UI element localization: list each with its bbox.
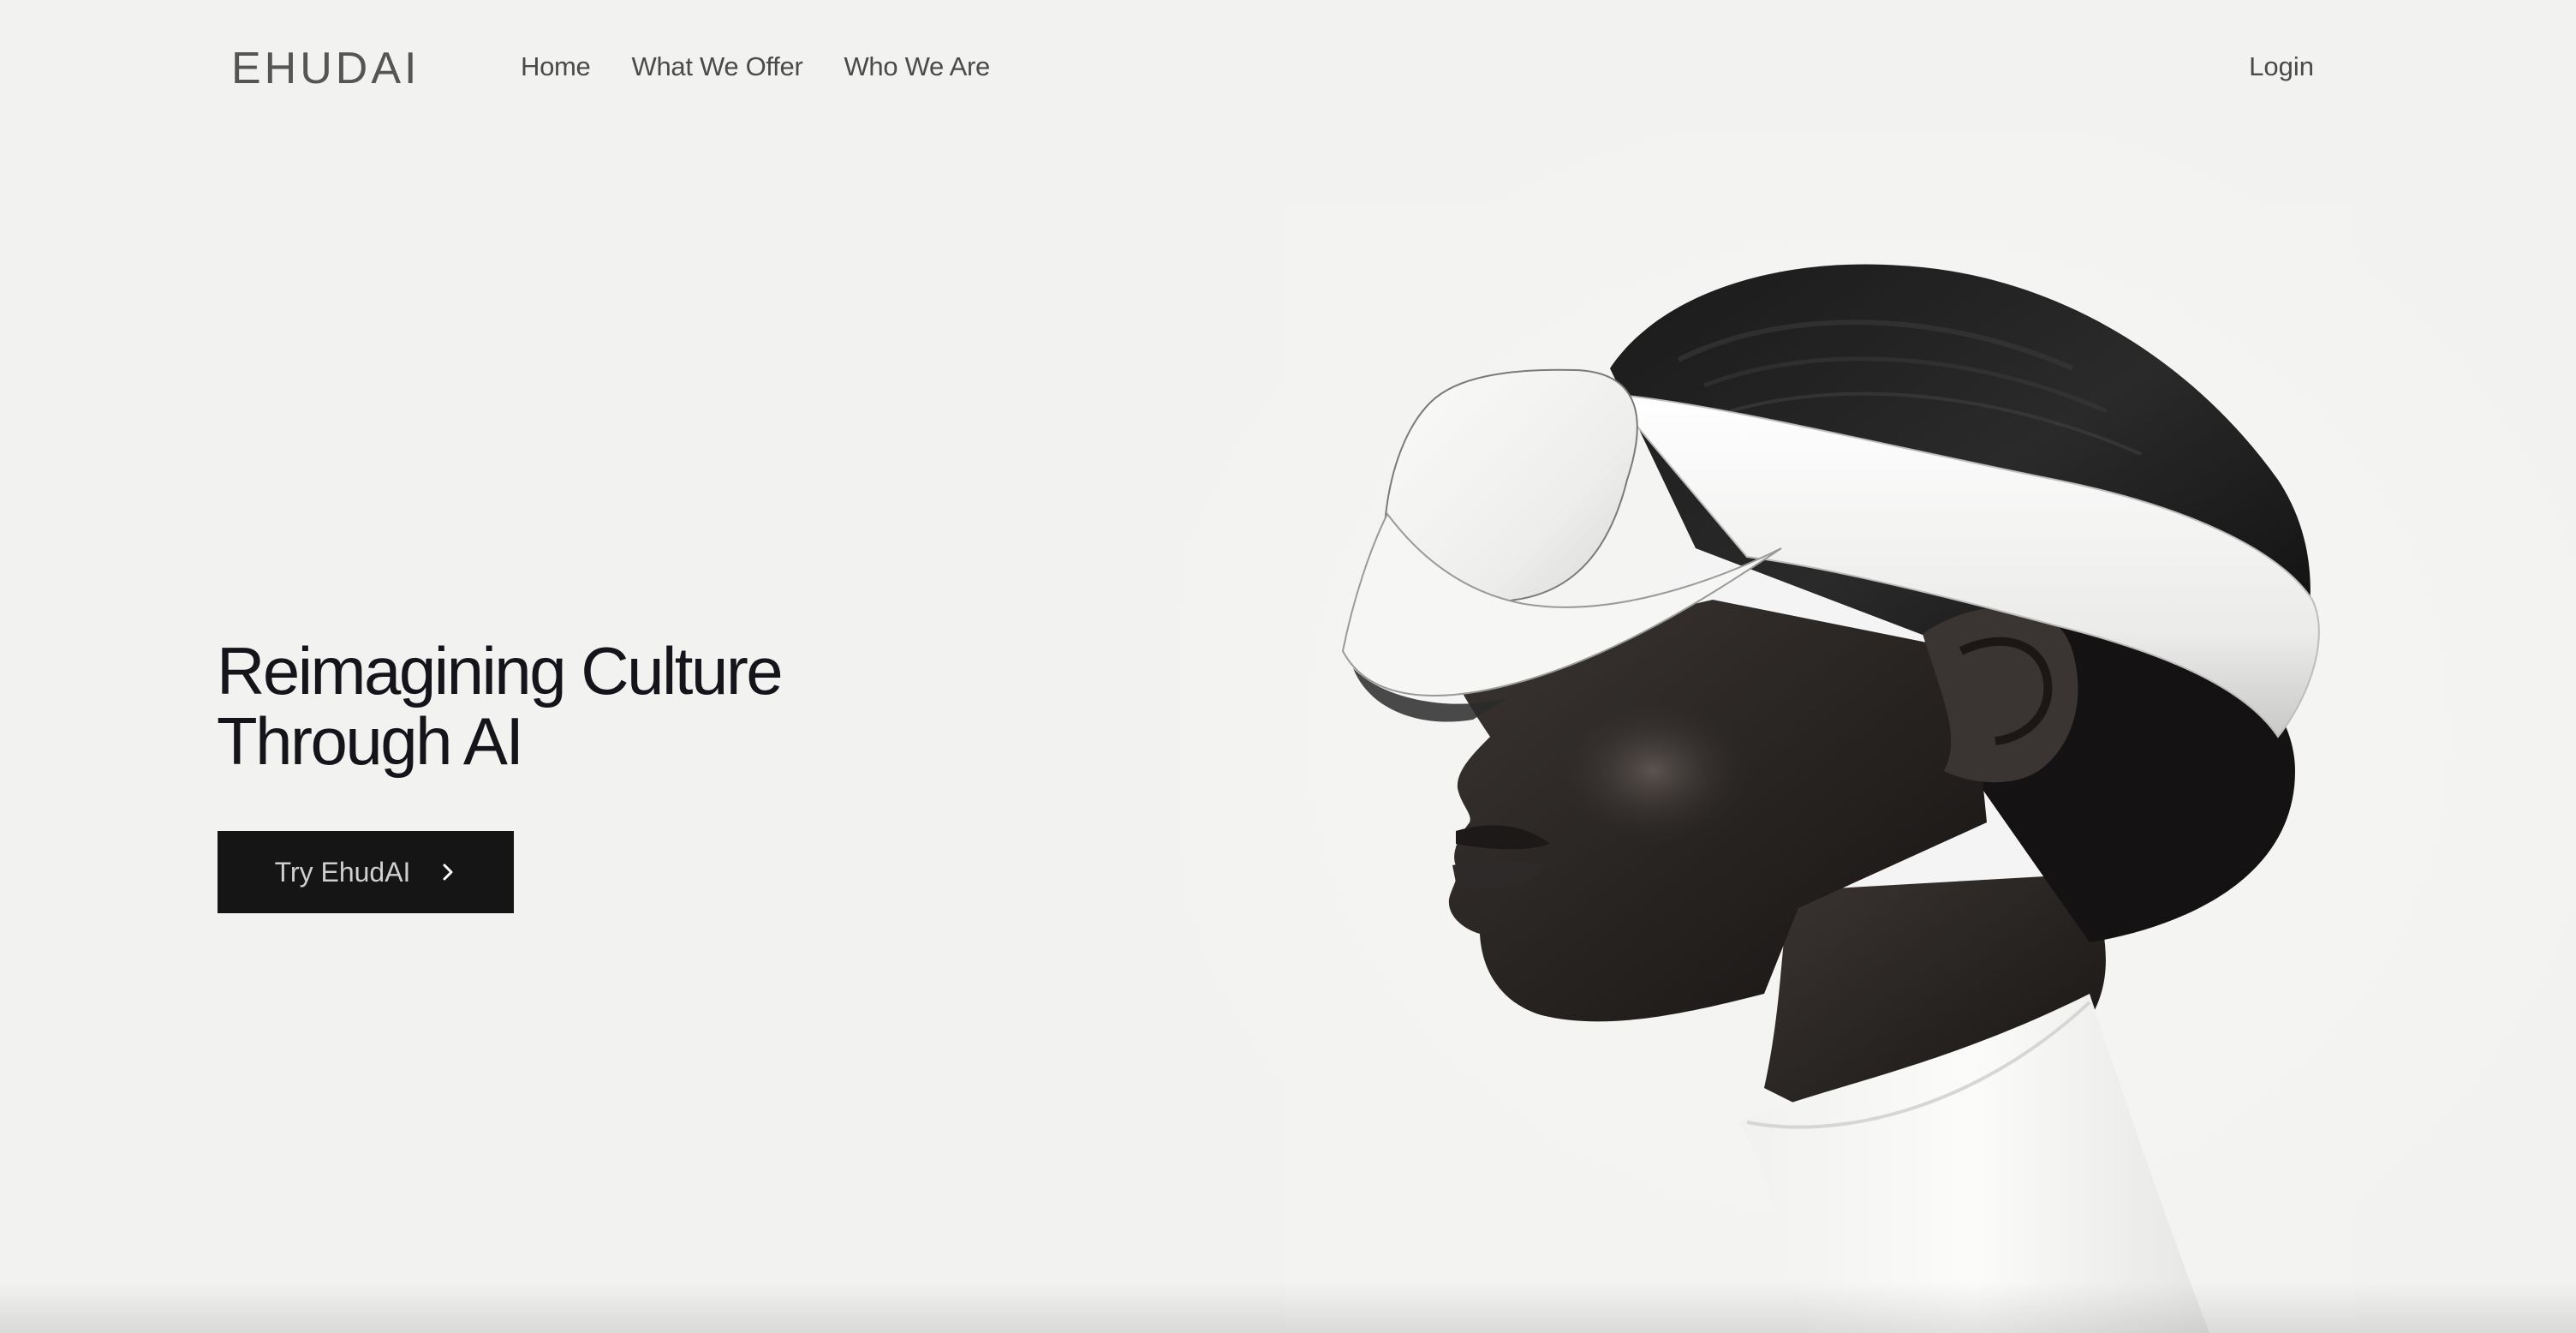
nav-link-home[interactable]: Home	[521, 51, 591, 82]
chevron-right-icon	[443, 864, 453, 881]
main-nav: Home What We Offer Who We Are	[521, 51, 990, 82]
hero-title-line-1: Reimagining Culture	[217, 633, 784, 708]
brand-logo[interactable]: EHUDAI	[231, 43, 420, 94]
landing-page: EHUDAI Home What We Offer Who We Are Log…	[0, 0, 2576, 1333]
hero-image-vr-headset-portrait	[1182, 129, 2576, 1333]
try-ehudai-button[interactable]: Try EhudAI	[218, 831, 514, 913]
nav-link-who-we-are[interactable]: Who We Are	[844, 51, 990, 82]
login-link[interactable]: Login	[2249, 51, 2314, 82]
cta-label: Try EhudAI	[274, 856, 411, 888]
hero-title-line-2: Through AI	[217, 703, 524, 779]
hero-title: Reimagining Culture Through AI	[217, 633, 784, 779]
nav-link-what-we-offer[interactable]: What We Offer	[632, 51, 803, 82]
